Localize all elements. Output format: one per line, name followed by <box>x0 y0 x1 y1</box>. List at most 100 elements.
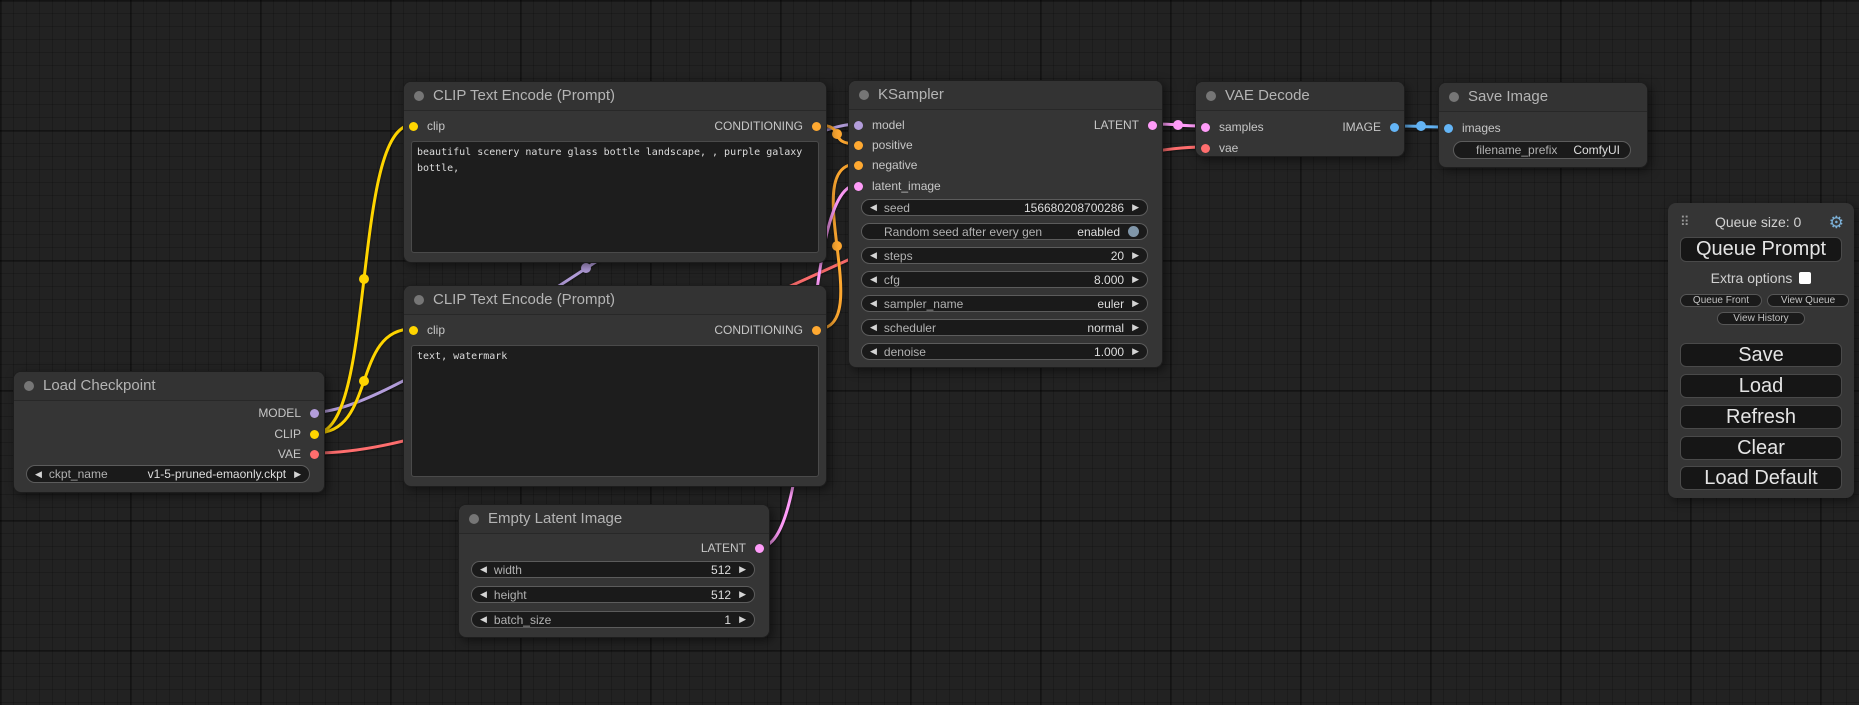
collapse-dot-icon[interactable] <box>414 91 424 101</box>
node-titlebar[interactable]: CLIP Text Encode (Prompt) <box>404 82 826 111</box>
ckpt-name-widget[interactable]: ◀ ckpt_name v1-5-pruned-emaonly.ckpt ▶ <box>26 465 310 483</box>
collapse-dot-icon[interactable] <box>1449 92 1459 102</box>
scheduler-widget[interactable]: ◀ scheduler normal ▶ <box>861 319 1148 336</box>
increment-arrow-icon[interactable]: ▶ <box>739 615 746 624</box>
decrement-arrow-icon[interactable]: ◀ <box>870 251 877 260</box>
save-button[interactable]: Save <box>1680 343 1842 367</box>
node-clip-text-encode-positive[interactable]: CLIP Text Encode (Prompt) clip CONDITION… <box>403 81 827 263</box>
collapse-dot-icon[interactable] <box>414 295 424 305</box>
view-history-button[interactable]: View History <box>1717 312 1805 325</box>
slot-dot-image[interactable] <box>1444 124 1453 133</box>
width-widget[interactable]: ◀ width 512 ▶ <box>471 561 755 578</box>
node-titlebar[interactable]: Empty Latent Image <box>459 505 769 534</box>
node-vae-decode[interactable]: VAE Decode samples vae IMAGE <box>1195 81 1405 157</box>
decrement-arrow-icon[interactable]: ◀ <box>870 275 877 284</box>
steps-widget[interactable]: ◀ steps 20 ▶ <box>861 247 1148 264</box>
decrement-arrow-icon[interactable]: ◀ <box>870 323 877 332</box>
load-button[interactable]: Load <box>1680 374 1842 398</box>
filename-prefix-widget[interactable]: filename_prefix ComfyUI <box>1453 141 1631 159</box>
slot-dot-clip[interactable] <box>310 430 319 439</box>
height-widget[interactable]: ◀ height 512 ▶ <box>471 586 755 603</box>
sampler-name-widget[interactable]: ◀ sampler_name euler ▶ <box>861 295 1148 312</box>
slot-dot-vae[interactable] <box>1201 144 1210 153</box>
slot-dot-clip[interactable] <box>409 326 418 335</box>
node-titlebar[interactable]: CLIP Text Encode (Prompt) <box>404 286 826 315</box>
output-slot-image: IMAGE <box>1342 120 1399 134</box>
denoise-widget[interactable]: ◀ denoise 1.000 ▶ <box>861 343 1148 360</box>
settings-gear-icon[interactable]: ⚙ <box>1829 214 1844 231</box>
queue-prompt-button[interactable]: Queue Prompt <box>1680 237 1842 262</box>
slot-dot-conditioning[interactable] <box>854 161 863 170</box>
increment-arrow-icon[interactable]: ▶ <box>739 565 746 574</box>
decrement-arrow-icon[interactable]: ◀ <box>480 590 487 599</box>
node-load-checkpoint[interactable]: Load Checkpoint MODEL CLIP VAE ◀ ckpt_na… <box>13 371 325 493</box>
increment-arrow-icon[interactable]: ▶ <box>739 590 746 599</box>
collapse-dot-icon[interactable] <box>24 381 34 391</box>
toggle-dot-icon[interactable] <box>1128 226 1139 237</box>
output-slot-clip: CLIP <box>274 427 319 441</box>
increment-arrow-icon[interactable]: ▶ <box>1132 299 1139 308</box>
extra-options-label: Extra options <box>1711 270 1793 286</box>
slot-dot-latent[interactable] <box>854 182 863 191</box>
cfg-widget[interactable]: ◀ cfg 8.000 ▶ <box>861 271 1148 288</box>
decrement-arrow-icon[interactable]: ◀ <box>35 470 42 479</box>
slot-dot-model[interactable] <box>854 121 863 130</box>
view-queue-button[interactable]: View Queue <box>1767 294 1849 307</box>
wire-midpoint-dot <box>832 129 842 139</box>
negative-prompt-textarea[interactable]: text, watermark <box>411 345 819 477</box>
positive-prompt-textarea[interactable]: beautiful scenery nature glass bottle la… <box>411 141 819 253</box>
slot-dot-vae[interactable] <box>310 450 319 459</box>
collapse-dot-icon[interactable] <box>859 90 869 100</box>
input-slot-latent-image: latent_image <box>854 179 941 193</box>
slot-dot-latent[interactable] <box>755 544 764 553</box>
increment-arrow-icon[interactable]: ▶ <box>1132 323 1139 332</box>
input-slot-images: images <box>1444 121 1501 135</box>
increment-arrow-icon[interactable]: ▶ <box>294 470 301 479</box>
collapse-dot-icon[interactable] <box>469 514 479 524</box>
node-titlebar[interactable]: Save Image <box>1439 83 1647 112</box>
node-clip-text-encode-negative[interactable]: CLIP Text Encode (Prompt) clip CONDITION… <box>403 285 827 487</box>
node-title: VAE Decode <box>1225 82 1310 110</box>
node-graph-canvas[interactable]: Load Checkpoint MODEL CLIP VAE ◀ ckpt_na… <box>0 0 1859 705</box>
input-slot-model: model <box>854 118 905 132</box>
node-titlebar[interactable]: KSampler <box>849 81 1162 110</box>
slot-dot-latent[interactable] <box>1148 121 1157 130</box>
node-titlebar[interactable]: VAE Decode <box>1196 82 1404 111</box>
load-default-button[interactable]: Load Default <box>1680 466 1842 490</box>
output-slot-latent: LATENT <box>1094 118 1157 132</box>
refresh-button[interactable]: Refresh <box>1680 405 1842 429</box>
drag-handle-icon[interactable]: ⠿ <box>1680 214 1688 230</box>
decrement-arrow-icon[interactable]: ◀ <box>870 347 877 356</box>
extra-options-checkbox[interactable] <box>1799 272 1811 284</box>
decrement-arrow-icon[interactable]: ◀ <box>480 565 487 574</box>
slot-dot-latent[interactable] <box>1201 123 1210 132</box>
increment-arrow-icon[interactable]: ▶ <box>1132 203 1139 212</box>
slot-dot-clip[interactable] <box>409 122 418 131</box>
decrement-arrow-icon[interactable]: ◀ <box>870 203 877 212</box>
decrement-arrow-icon[interactable]: ◀ <box>870 299 877 308</box>
clear-button[interactable]: Clear <box>1680 436 1842 460</box>
node-save-image[interactable]: Save Image images filename_prefix ComfyU… <box>1438 82 1648 168</box>
wire-midpoint-dot <box>581 263 591 273</box>
increment-arrow-icon[interactable]: ▶ <box>1132 347 1139 356</box>
increment-arrow-icon[interactable]: ▶ <box>1132 275 1139 284</box>
slot-dot-model[interactable] <box>310 409 319 418</box>
queue-front-button[interactable]: Queue Front <box>1680 294 1762 307</box>
slot-dot-conditioning[interactable] <box>812 326 821 335</box>
batch-size-widget[interactable]: ◀ batch_size 1 ▶ <box>471 611 755 628</box>
input-slot-clip: clip <box>409 323 445 337</box>
node-empty-latent-image[interactable]: Empty Latent Image LATENT ◀ width 512 ▶ … <box>458 504 770 638</box>
node-titlebar[interactable]: Load Checkpoint <box>14 372 324 401</box>
increment-arrow-icon[interactable]: ▶ <box>1132 251 1139 260</box>
seed-widget[interactable]: ◀ seed 156680208700286 ▶ <box>861 199 1148 216</box>
output-slot-conditioning: CONDITIONING <box>714 323 821 337</box>
output-slot-vae: VAE <box>278 447 319 461</box>
slot-dot-conditioning[interactable] <box>854 141 863 150</box>
seed-control-widget[interactable]: Random seed after every gen enabled <box>861 223 1148 240</box>
slot-dot-conditioning[interactable] <box>812 122 821 131</box>
decrement-arrow-icon[interactable]: ◀ <box>480 615 487 624</box>
slot-dot-image[interactable] <box>1390 123 1399 132</box>
collapse-dot-icon[interactable] <box>1206 91 1216 101</box>
output-slot-latent: LATENT <box>701 541 764 555</box>
node-ksampler[interactable]: KSampler model positive negative latent_… <box>848 80 1163 368</box>
